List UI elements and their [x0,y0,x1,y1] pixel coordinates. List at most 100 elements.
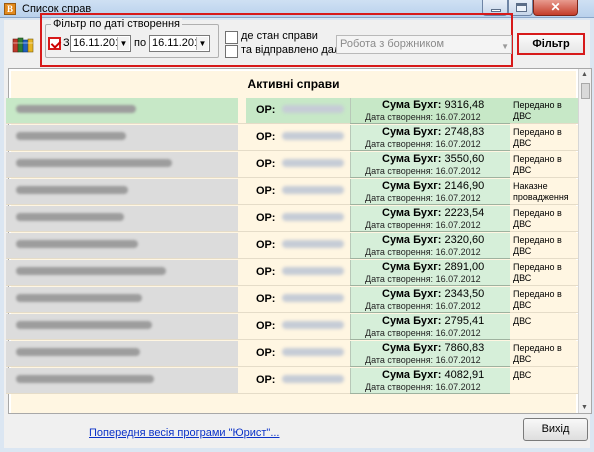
sum-line: Сума Бухг: 7860,83 [382,342,484,354]
row-divider [350,123,510,124]
sum-value: 9316,48 [444,99,485,111]
status-cell: Передано в ДВС [510,206,580,231]
exit-button[interactable]: Вихід [523,418,588,441]
debtor-name-cell [6,368,238,393]
debtor-name-cell [6,260,238,285]
created-line: Дата створення: 16.07.2012 [365,274,481,284]
op-label: ОР: [256,239,276,251]
sum-cell: Сума Бухг: 2320,60 Дата створення: 16.07.… [350,233,510,258]
chevron-down-icon: ▼ [501,42,509,51]
books-icon[interactable] [12,37,34,53]
created-line: Дата створення: 16.07.2012 [365,166,481,176]
debtor-name-cell [6,152,238,177]
table-row[interactable]: ОР: Сума Бухг: 3550,60 Дата створення: 16.… [6,152,580,178]
sum-value: 2223,54 [444,207,485,219]
row-divider [350,312,510,313]
redacted-name [16,267,166,275]
redacted-op-number [282,159,344,167]
table-row[interactable]: ОР: Сума Бухг: 2146,90 Дата створення: 16.… [6,179,580,205]
from-date-checkbox[interactable] [48,37,61,50]
op-cell: ОР: [246,98,350,123]
sum-line: Сума Бухг: 4082,91 [382,369,484,381]
table-row[interactable]: ОР: Сума Бухг: 4082,91 Дата створення: 16.… [6,368,580,394]
status-cell: ДВС [510,314,580,339]
sum-line: Сума Бухг: 2343,50 [382,288,484,300]
redacted-op-number [282,186,344,194]
debtor-name-cell [6,287,238,312]
table-row[interactable]: ОР: Сума Бухг: 2343,50 Дата створення: 16.… [6,287,580,313]
redacted-name [16,213,124,221]
maximize-icon [516,3,527,12]
state-select[interactable]: Робота з боржником ▼ [336,35,512,54]
forwarded-label: та відправлено далі [241,44,343,56]
debtor-name-cell [6,98,238,123]
sum-label: Сума Бухг: [382,153,442,165]
sum-label: Сума Бухг: [382,207,442,219]
redacted-op-number [282,240,344,248]
previous-version-link[interactable]: Попередня весія програми "Юрист"... [89,427,280,439]
sum-line: Сума Бухг: 2320,60 [382,234,484,246]
table-row[interactable]: ОР: Сума Бухг: 9316,48 Дата створення: 16.… [6,98,580,124]
redacted-op-number [282,213,344,221]
table-row[interactable]: ОР: Сума Бухг: 2891,00 Дата створення: 16.… [6,260,580,286]
table-row[interactable]: ОР: Сума Бухг: 7860,83 Дата створення: 16.… [6,341,580,367]
op-cell: ОР: [246,260,350,285]
sum-line: Сума Бухг: 2223,54 [382,207,484,219]
forwarded-checkbox[interactable] [225,45,238,58]
status-cell: Передано в ДВС [510,260,580,285]
sum-value: 2146,90 [444,180,485,192]
op-label: ОР: [256,158,276,170]
sum-value: 7860,83 [444,342,485,354]
from-date-picker[interactable]: 16.11.2017 ▼ [70,35,131,52]
table-row[interactable]: ОР: Сума Бухг: 2795,41 Дата створення: 16.… [6,314,580,340]
sum-line: Сума Бухг: 2748,83 [382,126,484,138]
redacted-op-number [282,321,344,329]
chevron-down-icon[interactable]: ▼ [117,37,129,50]
sum-label: Сума Бухг: [382,126,442,138]
debtor-name-cell [6,233,238,258]
created-line: Дата створення: 16.07.2012 [365,355,481,365]
redacted-name [16,321,152,329]
debtor-name-cell [6,314,238,339]
redacted-op-number [282,132,344,140]
created-label: Дата створення: [365,166,434,176]
to-label: по [134,37,147,49]
sum-label: Сума Бухг: [382,342,442,354]
created-line: Дата створення: 16.07.2012 [365,220,481,230]
created-line: Дата створення: 16.07.2012 [365,301,481,311]
vertical-scrollbar[interactable]: ▲ ▼ [578,69,591,413]
table-row[interactable]: ОР: Сума Бухг: 2320,60 Дата створення: 16.… [6,233,580,259]
created-date: 16.07.2012 [435,274,481,284]
created-line: Дата створення: 16.07.2012 [365,193,481,203]
created-label: Дата створення: [365,112,434,122]
row-divider [350,231,510,232]
sum-cell: Сума Бухг: 3550,60 Дата створення: 16.07.… [350,152,510,177]
debtor-name-cell [6,206,238,231]
filter-button[interactable]: Фільтр [517,33,585,55]
sum-label: Сума Бухг: [382,180,442,192]
redacted-op-number [282,105,344,113]
scroll-up-icon[interactable]: ▲ [581,71,588,78]
close-button[interactable]: ✕ [533,0,578,16]
sum-line: Сума Бухг: 2891,00 [382,261,484,273]
state-checkbox[interactable] [225,31,238,44]
row-divider [350,150,510,151]
scroll-down-icon[interactable]: ▼ [581,404,588,411]
op-cell: ОР: [246,233,350,258]
scrollbar-thumb[interactable] [581,83,590,99]
redacted-name [16,348,140,356]
op-label: ОР: [256,347,276,359]
created-date: 16.07.2012 [435,328,481,338]
status-cell: Наказне провадження [510,179,580,204]
to-date-picker[interactable]: 16.11.2017 ▼ [149,35,210,52]
sum-cell: Сума Бухг: 9316,48 Дата створення: 16.07.… [350,98,510,123]
op-label: ОР: [256,185,276,197]
sum-cell: Сума Бухг: 2146,90 Дата створення: 16.07.… [350,179,510,204]
table-row[interactable]: ОР: Сума Бухг: 2748,83 Дата створення: 16.… [6,125,580,151]
created-line: Дата створення: 16.07.2012 [365,139,481,149]
status-cell: Передано в ДВС [510,287,580,312]
op-label: ОР: [256,374,276,386]
created-line: Дата створення: 16.07.2012 [365,328,481,338]
table-row[interactable]: ОР: Сума Бухг: 2223,54 Дата створення: 16.… [6,206,580,232]
chevron-down-icon[interactable]: ▼ [196,37,208,50]
